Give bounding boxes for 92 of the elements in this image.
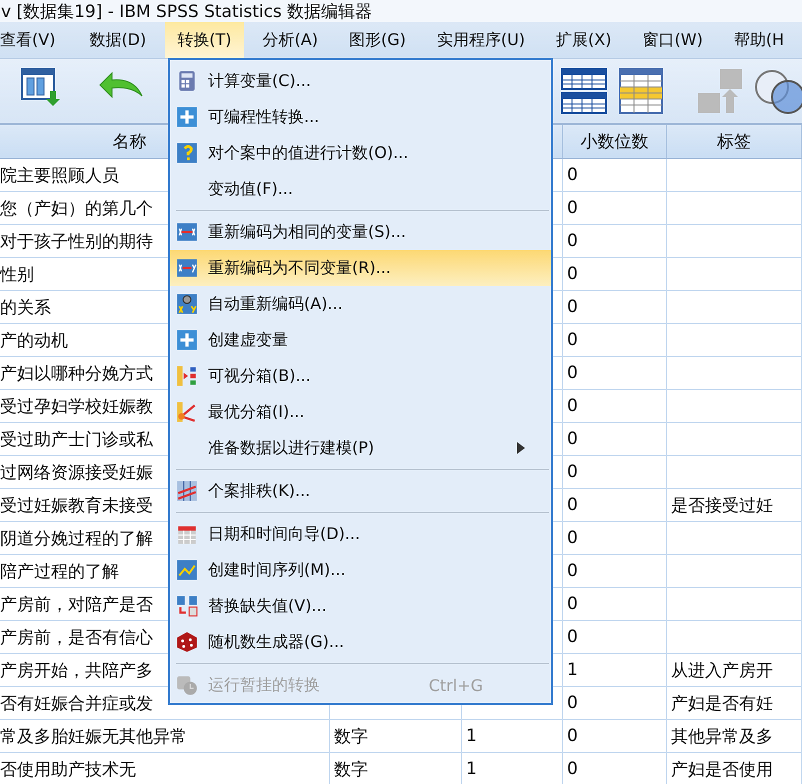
menu-item[interactable]: 重新编码为不同变量(R)... [170,250,551,286]
table-cell-text: 产妇是否使用 [671,758,773,780]
venn-icon[interactable] [752,67,802,115]
table-cell: 0 [567,759,578,779]
dice-icon [176,631,198,653]
rank-icon [176,480,198,502]
binning-icon [176,401,198,423]
table-cell: 0 [567,594,578,614]
menu-item[interactable]: 创建虚变量 [170,322,551,358]
table-cell: 0 [567,561,578,581]
table-cell-text: 对于孩子性别的期待 [0,230,153,252]
menu-item[interactable]: 转换(T) [165,22,244,58]
table-cell-text: 过网络资源接受妊娠 [0,462,153,484]
binning-icon [176,365,198,387]
menu-item[interactable]: 扩展(X) [544,22,624,58]
table-cell: 0 [567,429,578,449]
menu-item[interactable]: 最优分箱(I)... [170,394,551,430]
table-cell-text: 常及多胎妊娠无其他异常 [0,726,187,748]
table-cell: 1 [466,759,477,779]
table-cell: 0 [567,264,578,284]
recode-icon [176,221,198,243]
table-cell: 0 [567,495,578,515]
menu-item[interactable]: 图形(G) [336,22,418,58]
table-cell-text: 数字 [334,758,368,780]
recode-icon [176,257,198,279]
table-cell-text: 产妇以哪种分娩方式 [0,362,153,384]
table-cell-text: 受过助产士门诊或私 [0,428,153,450]
table-cell-text: 产妇是否有妊 [671,692,773,714]
table-icon[interactable] [560,67,610,115]
menu-item[interactable]: 窗口(W) [630,22,715,58]
table-cell: 0 [567,396,578,416]
question-icon [176,142,198,164]
table-icon[interactable] [618,67,664,115]
column-header[interactable]: 名称 [112,130,146,153]
table-cell-text: 否使用助产技术无 [0,758,136,780]
line-chart-icon [176,559,198,581]
table-cell-text: 产房前，是否有信心 [0,626,153,648]
menu-item[interactable]: 自动重新编码(A)... [170,286,551,322]
table-cell-text: 受过孕妇学校妊娠教 [0,396,153,418]
table-cell-text: 产的动机 [0,330,68,352]
table-cell: 0 [567,462,578,482]
table-cell-text: 的关系 [0,296,51,318]
column-header[interactable]: 小数位数 [580,130,648,153]
replace-values-icon [176,595,198,617]
menu-item[interactable]: 变动值(F)... [170,171,551,207]
table-cell: 0 [567,231,578,251]
table-cell-text: 否有妊娠合并症或发 [0,692,153,714]
menu-item[interactable]: 可视分箱(B)... [170,358,551,394]
table-cell: 0 [567,726,578,746]
plus-icon [176,106,198,128]
table-cell-text: 是否接受过妊 [671,494,773,516]
menu-item[interactable]: 查看(V) [0,22,68,58]
plus-icon [176,329,198,351]
menu-item[interactable]: 可编程性转换... [170,99,551,135]
menu-item[interactable]: 重新编码为相同的变量(S)... [170,214,551,250]
table-cell: 0 [567,198,578,218]
menu-item[interactable]: 创建时间序列(M)... [170,552,551,588]
menu-item[interactable]: 计算变量(C)... [170,63,551,99]
menu-item[interactable]: 实用程序(U) [424,22,538,58]
table-cell: 0 [567,363,578,383]
table-cell-text: 您（产妇）的第几个 [0,198,153,220]
table-cell-text: 院主要照顾人员 [0,164,119,186]
table-cell: 0 [567,165,578,185]
table-cell-text: 从进入产房开 [671,660,773,682]
table-cell: 0 [567,693,578,713]
table-cell: 0 [567,627,578,647]
gear-recode-icon [176,293,198,315]
menu-item[interactable]: 帮助(H [722,22,796,58]
table-cell-text: 其他异常及多 [671,726,773,748]
menu-item[interactable]: 日期和时间向导(D)... [170,516,551,552]
data-view-icon[interactable] [20,67,60,107]
table-cell: 0 [567,297,578,317]
menu-item[interactable]: 分析(A) [250,22,330,58]
table-cell: 0 [567,528,578,548]
table-cell: 1 [466,726,477,746]
table-cell: 1 [567,660,578,680]
table-cell-text: 陪产过程的了解 [0,560,119,582]
window-title: v [数据集19] - IBM SPSS Statistics 数据编辑器 [1,0,372,22]
clock-icon [176,674,198,696]
table-cell-text: 受过妊娠教育未接受 [0,494,153,516]
menu-item[interactable]: 随机数生成器(G)... [170,624,551,660]
menu-item[interactable]: 数据(D) [77,22,158,58]
menu-item[interactable]: 替换缺失值(V)... [170,588,551,624]
menu-item[interactable]: 对个案中的值进行计数(O)... [170,135,551,171]
menu-item[interactable]: 准备数据以进行建模(P) [170,430,551,466]
table-cell-text: 产房前，对陪产是否 [0,594,153,616]
table-cell-text: 阴道分娩过程的了解 [0,528,153,550]
menu-item[interactable]: 个案排秩(K)... [170,473,551,509]
table-cell-text: 产房开始，共陪产多 [0,660,153,682]
column-header[interactable]: 标签 [717,130,751,153]
table-cell: 0 [567,330,578,350]
table-cell-text: 数字 [334,726,368,748]
